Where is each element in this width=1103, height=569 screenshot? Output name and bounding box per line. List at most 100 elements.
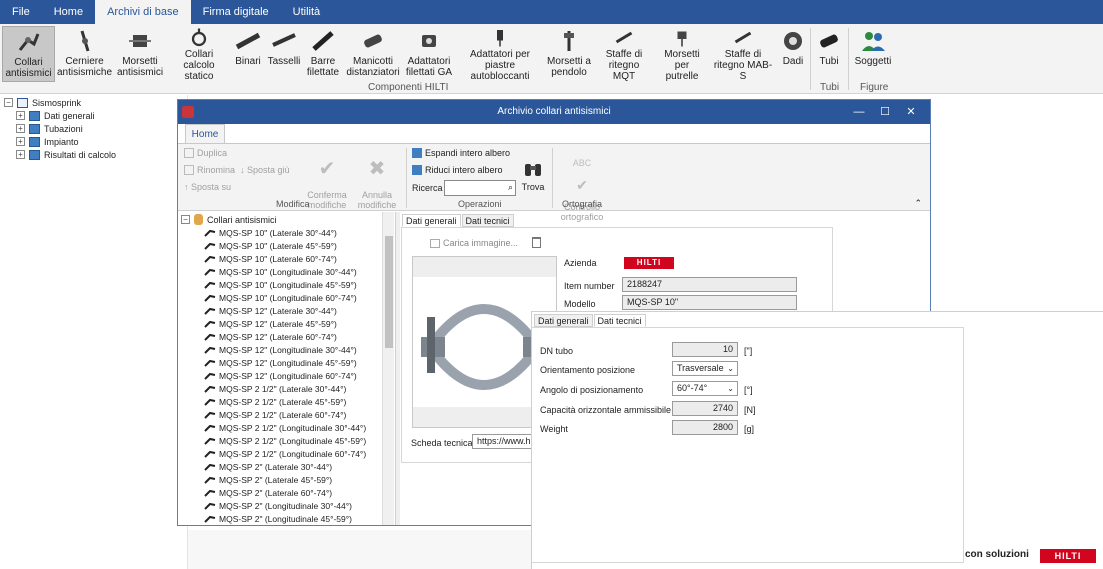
orientamento-select[interactable]: Trasversale ⌄ [672, 361, 738, 376]
tubi-button[interactable]: Tubi [814, 26, 844, 82]
list-item[interactable]: MQS-SP 10" (Longitudinale 45°-59°) [204, 278, 357, 291]
sposta-su-button[interactable]: ↑ Sposta su [184, 182, 231, 192]
modello-field[interactable]: MQS-SP 10" [622, 295, 797, 310]
database-icon [194, 214, 203, 225]
menu-home[interactable]: Home [42, 0, 95, 24]
list-item[interactable]: MQS-SP 10" (Laterale 30°-44°) [204, 226, 337, 239]
soggetti-button[interactable]: Soggetti [853, 26, 893, 82]
list-item[interactable]: MQS-SP 10" (Longitudinale 30°-44°) [204, 265, 357, 278]
list-item[interactable]: MQS-SP 12" (Longitudinale 30°-44°) [204, 343, 357, 356]
conferma-button[interactable]: ✔ Conferma modifiche [304, 148, 350, 210]
barre-filettate-button[interactable]: Barre filettate [305, 26, 341, 82]
tasselli-button[interactable]: Tasselli [268, 26, 300, 82]
list-item[interactable]: MQS-SP 2 1/2" (Longitudinale 45°-59°) [204, 434, 366, 447]
annulla-button[interactable]: ✖ Annulla modifiche [354, 148, 400, 210]
collapse-ribbon-icon[interactable]: ⌃ [914, 198, 922, 209]
expand-icon[interactable]: + [16, 111, 25, 120]
app-window: File Home Archivi di base Firma digitale… [0, 0, 1103, 569]
maximize-icon[interactable]: ☐ [872, 100, 898, 124]
espandi-button[interactable]: Espandi intero albero [412, 148, 510, 158]
collapse-icon[interactable]: − [181, 215, 190, 224]
weight-field[interactable]: 2800 [672, 420, 738, 435]
splitter[interactable] [396, 212, 400, 525]
list-item[interactable]: MQS-SP 12" (Longitudinale 60°-74°) [204, 369, 357, 382]
menu-file[interactable]: File [0, 0, 42, 24]
expand-icon[interactable]: + [16, 137, 25, 146]
angolo-select[interactable]: 60°-74° ⌄ [672, 381, 738, 396]
capacita-field[interactable]: 2740 [672, 401, 738, 416]
tab-dati-tecnici-2[interactable]: Dati tecnici [593, 314, 646, 327]
tab-dati-generali-2[interactable]: Dati generali [534, 314, 593, 327]
controllo-ortografico-button[interactable]: ABC ✔ Controllo ortografico [558, 148, 606, 222]
list-item[interactable]: MQS-SP 2 1/2" (Longitudinale 30°-44°) [204, 421, 366, 434]
morsetti-putrelle-button[interactable]: Morsetti per putrelle [657, 26, 707, 82]
adattatori-filettati-button[interactable]: Adattatori filettati GA [404, 26, 454, 82]
menu-utilita[interactable]: Utilità [281, 0, 333, 24]
morsetti-antisismici-button[interactable]: Morsetti antisismici [115, 26, 165, 82]
staffe-mab-s-button[interactable]: Staffe di ritegno MAB-S [712, 26, 774, 82]
tree-item-risultati[interactable]: + Risultati di calcolo [16, 148, 116, 161]
list-item[interactable]: MQS-SP 2" (Longitudinale 45°-59°) [204, 512, 352, 525]
adattatori-filettati-label: Adattatori filettati GA [405, 56, 453, 78]
tab-dati-generali[interactable]: Dati generali [402, 214, 461, 227]
menu-firma-digitale[interactable]: Firma digitale [191, 0, 281, 24]
scroll-thumb[interactable] [385, 236, 393, 348]
list-item-label: MQS-SP 2" (Longitudinale 45°-59°) [219, 513, 352, 524]
tree-item-impianto[interactable]: + Impianto [16, 135, 79, 148]
item-number-field[interactable]: 2188247 [622, 277, 797, 292]
window-title: Archivio collari antisismici [497, 106, 611, 117]
close-icon[interactable]: ✕ [898, 100, 924, 124]
mab-bracket-icon [734, 31, 752, 44]
sposta-giu-label: Sposta giù [247, 165, 290, 175]
list-item[interactable]: MQS-SP 2 1/2" (Laterale 45°-59°) [204, 395, 346, 408]
list-item[interactable]: MQS-SP 2 1/2" (Laterale 30°-44°) [204, 382, 346, 395]
rail-icon [235, 32, 261, 50]
list-item[interactable]: MQS-SP 12" (Laterale 45°-59°) [204, 317, 337, 330]
cerniere-antisismiche-button[interactable]: Cerniere antisismiche [57, 26, 112, 82]
binari-button[interactable]: Binari [233, 26, 263, 82]
list-item[interactable]: MQS-SP 10" (Laterale 60°-74°) [204, 252, 337, 265]
list-scrollbar[interactable] [382, 212, 394, 525]
tab-home[interactable]: Home [185, 124, 225, 144]
tab-dati-tecnici[interactable]: Dati tecnici [461, 214, 514, 227]
riduci-button[interactable]: Riduci intero albero [412, 165, 503, 175]
tree-item-tubazioni[interactable]: + Tubazioni [16, 122, 83, 135]
dadi-button[interactable]: Dadi [778, 26, 808, 82]
list-item[interactable]: MQS-SP 2" (Laterale 30°-44°) [204, 460, 332, 473]
dn-tubo-field[interactable]: 10 [672, 342, 738, 357]
list-item[interactable]: MQS-SP 2 1/2" (Longitudinale 60°-74°) [204, 447, 366, 460]
expand-icon[interactable]: + [16, 150, 25, 159]
tree-item-dati-generali[interactable]: + Dati generali [16, 109, 95, 122]
search-input[interactable]: ⌕ [444, 180, 516, 196]
scheda-tecnica-field[interactable]: https://www.hilti [472, 434, 534, 449]
trova-button[interactable]: Trova [518, 148, 548, 202]
list-item[interactable]: MQS-SP 12" (Laterale 30°-44°) [204, 304, 337, 317]
expand-icon[interactable]: + [16, 124, 25, 133]
list-item[interactable]: MQS-SP 10" (Laterale 45°-59°) [204, 239, 337, 252]
trash-icon[interactable] [532, 237, 541, 248]
collapse-icon[interactable]: − [4, 98, 13, 107]
sposta-giu-button[interactable]: ↓ Sposta giù [240, 165, 290, 175]
morsetti-pendolo-button[interactable]: Morsetti a pendolo [546, 26, 592, 82]
menu-archivi-di-base[interactable]: Archivi di base [95, 0, 191, 24]
list-item[interactable]: MQS-SP 10" (Longitudinale 60°-74°) [204, 291, 357, 304]
collari-calcolo-statico-button[interactable]: Collari calcolo statico [169, 26, 229, 82]
load-image-button[interactable]: Carica immagine... [430, 238, 518, 248]
list-item[interactable]: MQS-SP 2" (Laterale 45°-59°) [204, 473, 332, 486]
minimize-icon[interactable]: — [846, 100, 872, 124]
staffe-mqt-button[interactable]: Staffe di ritegno MQT [598, 26, 650, 82]
adattatori-piastre-button[interactable]: Adattatori per piastre autobloccanti [458, 26, 542, 82]
collari-antisismici-button[interactable]: Collari antisismici [2, 26, 55, 82]
list-root[interactable]: − Collari antisismici [181, 213, 277, 226]
tree-root[interactable]: − Sismosprink [4, 96, 81, 109]
staffe-mqt-label: Staffe di ritegno MQT [605, 49, 643, 82]
collar-icon [204, 359, 216, 367]
manicotti-distanziatori-button[interactable]: Manicotti distanziatori [346, 26, 400, 82]
list-item[interactable]: MQS-SP 2" (Laterale 60°-74°) [204, 486, 332, 499]
list-item[interactable]: MQS-SP 12" (Laterale 60°-74°) [204, 330, 337, 343]
rinomina-button[interactable]: Rinomina [184, 165, 235, 175]
list-item[interactable]: MQS-SP 2" (Longitudinale 30°-44°) [204, 499, 352, 512]
duplica-button[interactable]: Duplica [184, 148, 227, 158]
list-item[interactable]: MQS-SP 2 1/2" (Laterale 60°-74°) [204, 408, 346, 421]
list-item[interactable]: MQS-SP 12" (Longitudinale 45°-59°) [204, 356, 357, 369]
